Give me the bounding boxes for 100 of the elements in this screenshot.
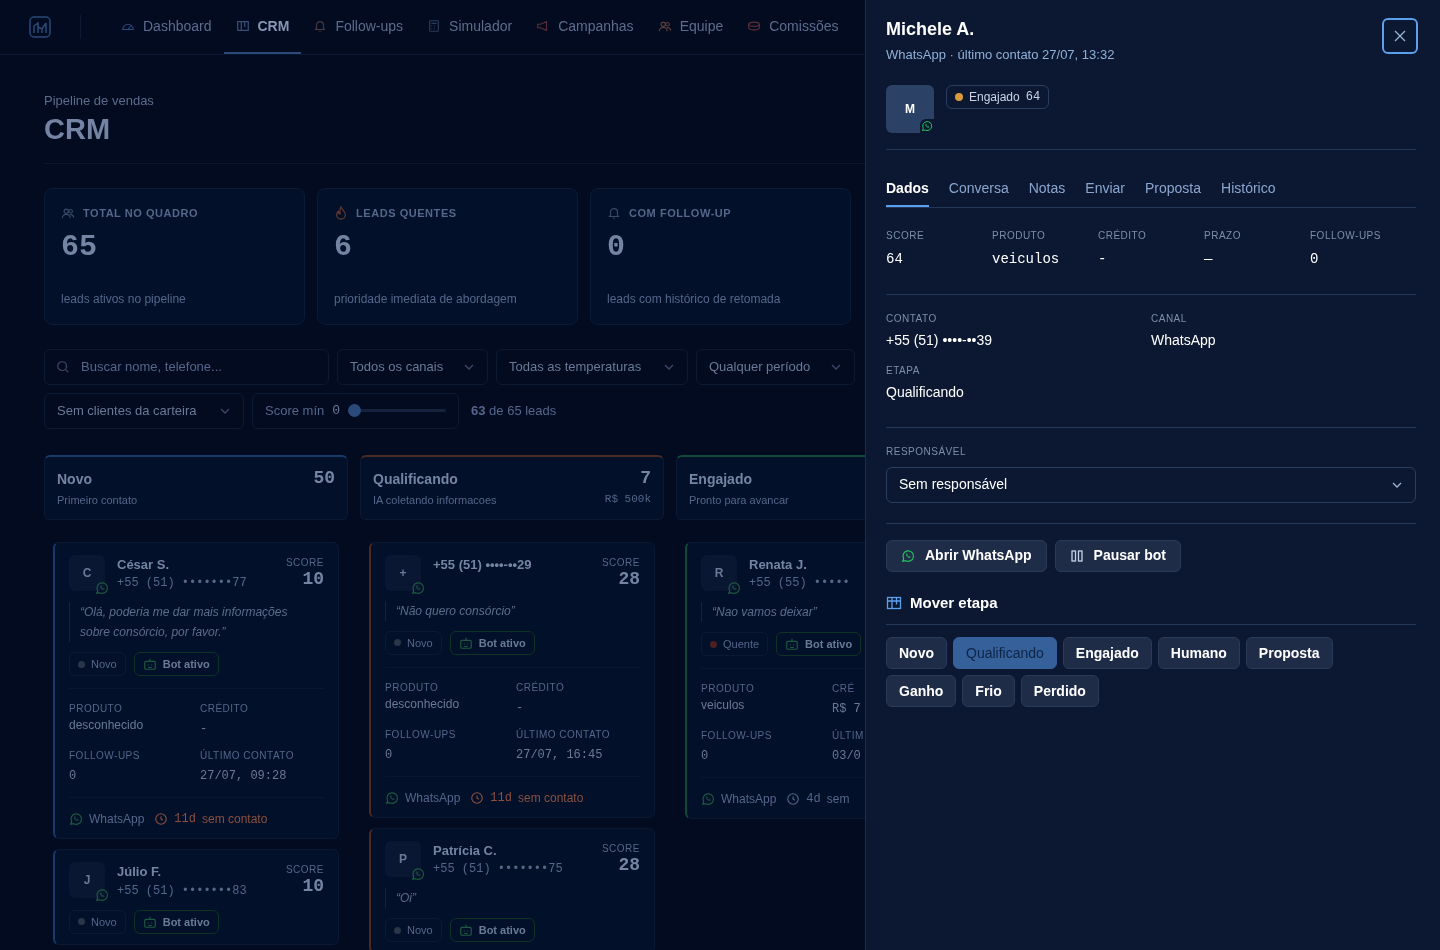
lead-avatar: + bbox=[385, 554, 421, 591]
filter-dropdown[interactable]: Todas as temperaturas bbox=[496, 348, 688, 385]
lead-score: 10 bbox=[302, 877, 324, 896]
nav-tab[interactable]: Comissões bbox=[735, 0, 851, 54]
bot-tag: Bot ativo bbox=[133, 652, 219, 677]
whatsapp-icon bbox=[95, 888, 109, 903]
contact-age: 4d bbox=[806, 791, 821, 809]
score-label: SCORE bbox=[601, 841, 640, 856]
bell-icon bbox=[313, 19, 328, 33]
lead-quote: “Oi” bbox=[385, 888, 640, 909]
score-slider[interactable] bbox=[348, 403, 446, 418]
detail-tab[interactable]: Dados bbox=[886, 165, 929, 207]
field-value: 0 bbox=[385, 746, 394, 764]
stage-button[interactable]: Proposta bbox=[1245, 637, 1333, 669]
stage-button[interactable]: Engajado bbox=[1062, 637, 1152, 669]
lead-avatar: J bbox=[69, 862, 105, 899]
field-label: ÚLTIM bbox=[832, 728, 865, 744]
whatsapp-icon bbox=[701, 792, 715, 807]
section-title: Mover etapa bbox=[910, 592, 998, 613]
action-button[interactable]: Abrir WhatsApp bbox=[886, 539, 1047, 572]
channel-label: WhatsApp bbox=[405, 789, 461, 807]
column-title: Qualificando bbox=[373, 469, 459, 489]
column-subtitle: Primeiro contato bbox=[57, 492, 138, 508]
detail-tab[interactable]: Proposta bbox=[1145, 165, 1202, 207]
field-value: 0 bbox=[69, 768, 78, 786]
metric-label: PRODUTO bbox=[992, 228, 1047, 243]
filter-dropdown[interactable]: Qualquer período bbox=[696, 348, 855, 385]
close-button[interactable] bbox=[1382, 18, 1418, 54]
lead-count: 63 de 65 leads bbox=[471, 402, 557, 420]
robot-icon bbox=[458, 635, 473, 650]
metric-label: CRÉDITO bbox=[1098, 228, 1148, 243]
filter-dropdown[interactable]: Todos os canais bbox=[337, 348, 488, 385]
nav-tab[interactable]: Equipe bbox=[645, 0, 736, 54]
whatsapp-icon bbox=[727, 580, 741, 595]
nav-tab[interactable]: Campanhas bbox=[524, 0, 646, 54]
stage-button[interactable]: Ganho bbox=[886, 675, 957, 707]
metric-value: 0 bbox=[1310, 249, 1320, 269]
field-label: PRODUTO bbox=[701, 682, 756, 697]
status-tag: Quente bbox=[701, 632, 769, 657]
field-value: - bbox=[200, 721, 209, 739]
search-icon bbox=[56, 359, 70, 374]
lead-name: Patrícia C. bbox=[433, 841, 498, 860]
status-tag: Novo bbox=[69, 652, 126, 677]
whatsapp-icon bbox=[95, 580, 109, 595]
detail-tab[interactable]: Histórico bbox=[1221, 165, 1276, 207]
nav-tab[interactable]: Simulador bbox=[415, 0, 525, 54]
search-field[interactable]: Buscar nome, telefone... bbox=[44, 348, 329, 385]
nav-tab[interactable]: CRM bbox=[223, 0, 302, 54]
column-title: Engajado bbox=[689, 469, 753, 489]
metric-value: veiculos bbox=[992, 249, 1061, 269]
lead-card[interactable]: P Patrícia C. +55 (51) •••••••75 SCORE 28 “Oi” Novo Bot ativo bbox=[369, 827, 655, 950]
field-label: PRODUTO bbox=[385, 680, 440, 695]
logo-icon[interactable] bbox=[28, 15, 52, 39]
column-count: 7 bbox=[640, 468, 651, 487]
field-value: 27/07, 16:45 bbox=[516, 746, 604, 764]
slider-thumb[interactable] bbox=[348, 404, 362, 418]
stage-button[interactable]: Novo bbox=[886, 637, 947, 669]
field-label: CRÉDITO bbox=[516, 680, 566, 695]
lead-quote: “Olá, poderia me dar mais informações sobre consórcio, por favor.” bbox=[69, 602, 324, 643]
metric-value: - bbox=[1098, 249, 1108, 269]
lead-phone: +55 (51) •••••••77 bbox=[117, 575, 247, 593]
nav-tab[interactable]: Dashboard bbox=[109, 0, 224, 54]
lead-name: Michele A. bbox=[886, 18, 976, 41]
detail-value: Qualificando bbox=[886, 382, 965, 402]
channel-label: WhatsApp bbox=[721, 791, 777, 809]
stage-button[interactable]: Perdido bbox=[1020, 675, 1099, 707]
contact-note: sem contato bbox=[517, 789, 584, 807]
lead-card[interactable]: R Renata J. +55 (55) ••••• “Nao vamos deixar” Quente Bot ativo PRODUTO veiculos CRÉ R$ 7 FOLLOW-UPS 0 ÚLTIM 03/0 WhatsApp 4d sem bbox=[685, 541, 865, 820]
owner-dropdown[interactable]: Sem responsável bbox=[886, 466, 1416, 503]
nav-tab[interactable]: Follow-ups bbox=[301, 0, 416, 54]
status-tag: Novo bbox=[385, 630, 442, 655]
bot-tag: Bot ativo bbox=[133, 909, 219, 934]
kanban-icon bbox=[886, 594, 902, 611]
lead-score: 28 bbox=[618, 855, 640, 874]
bell-icon bbox=[607, 206, 621, 220]
detail-tab[interactable]: Conversa bbox=[948, 165, 1009, 207]
action-button[interactable]: Pausar bot bbox=[1054, 539, 1181, 572]
stage-badge: Engajado 64 bbox=[946, 84, 1050, 109]
stat-label: TOTAL NO QUADRO bbox=[83, 205, 199, 221]
stage-button[interactable]: Frio bbox=[962, 675, 1015, 707]
lead-card[interactable] bbox=[53, 541, 339, 840]
detail-label: ETAPA bbox=[886, 363, 921, 378]
detail-tab[interactable]: Enviar bbox=[1085, 165, 1125, 207]
column-total: R$ 500k bbox=[604, 491, 651, 507]
lead-card[interactable]: + +55 (51) ••••-••29 SCORE 28 “Não quero consórcio” Novo Bot ativo PRODUTO desconhecido CRÉDITO - FOLLOW-UPS 0 ÚLTIMO CONTATO 27/07, 16:45 WhatsApp 11d sem contato bbox=[369, 541, 655, 818]
lead-name: Júlio F. bbox=[117, 863, 163, 882]
field-label: FOLLOW-UPS bbox=[385, 727, 457, 742]
field-value: 03/0 bbox=[832, 748, 862, 766]
lead-avatar: C bbox=[69, 554, 105, 591]
robot-icon bbox=[458, 923, 473, 938]
field-value: R$ 7 bbox=[832, 701, 862, 719]
field-value: veiculos bbox=[701, 697, 746, 715]
lead-phone: +55 (51) •••••••75 bbox=[433, 861, 563, 879]
lead-card[interactable]: J Júlio F. +55 (51) •••••••83 SCORE 10 Novo Bot ativo bbox=[53, 849, 339, 945]
robot-icon bbox=[785, 637, 800, 652]
filter-dropdown[interactable]: Sem clientes da carteira bbox=[44, 392, 244, 429]
stage-button[interactable]: Humano bbox=[1157, 637, 1240, 669]
stat-value: 6 bbox=[334, 229, 353, 267]
contact-note: sem contato bbox=[201, 811, 268, 829]
detail-tab[interactable]: Notas bbox=[1028, 165, 1066, 207]
